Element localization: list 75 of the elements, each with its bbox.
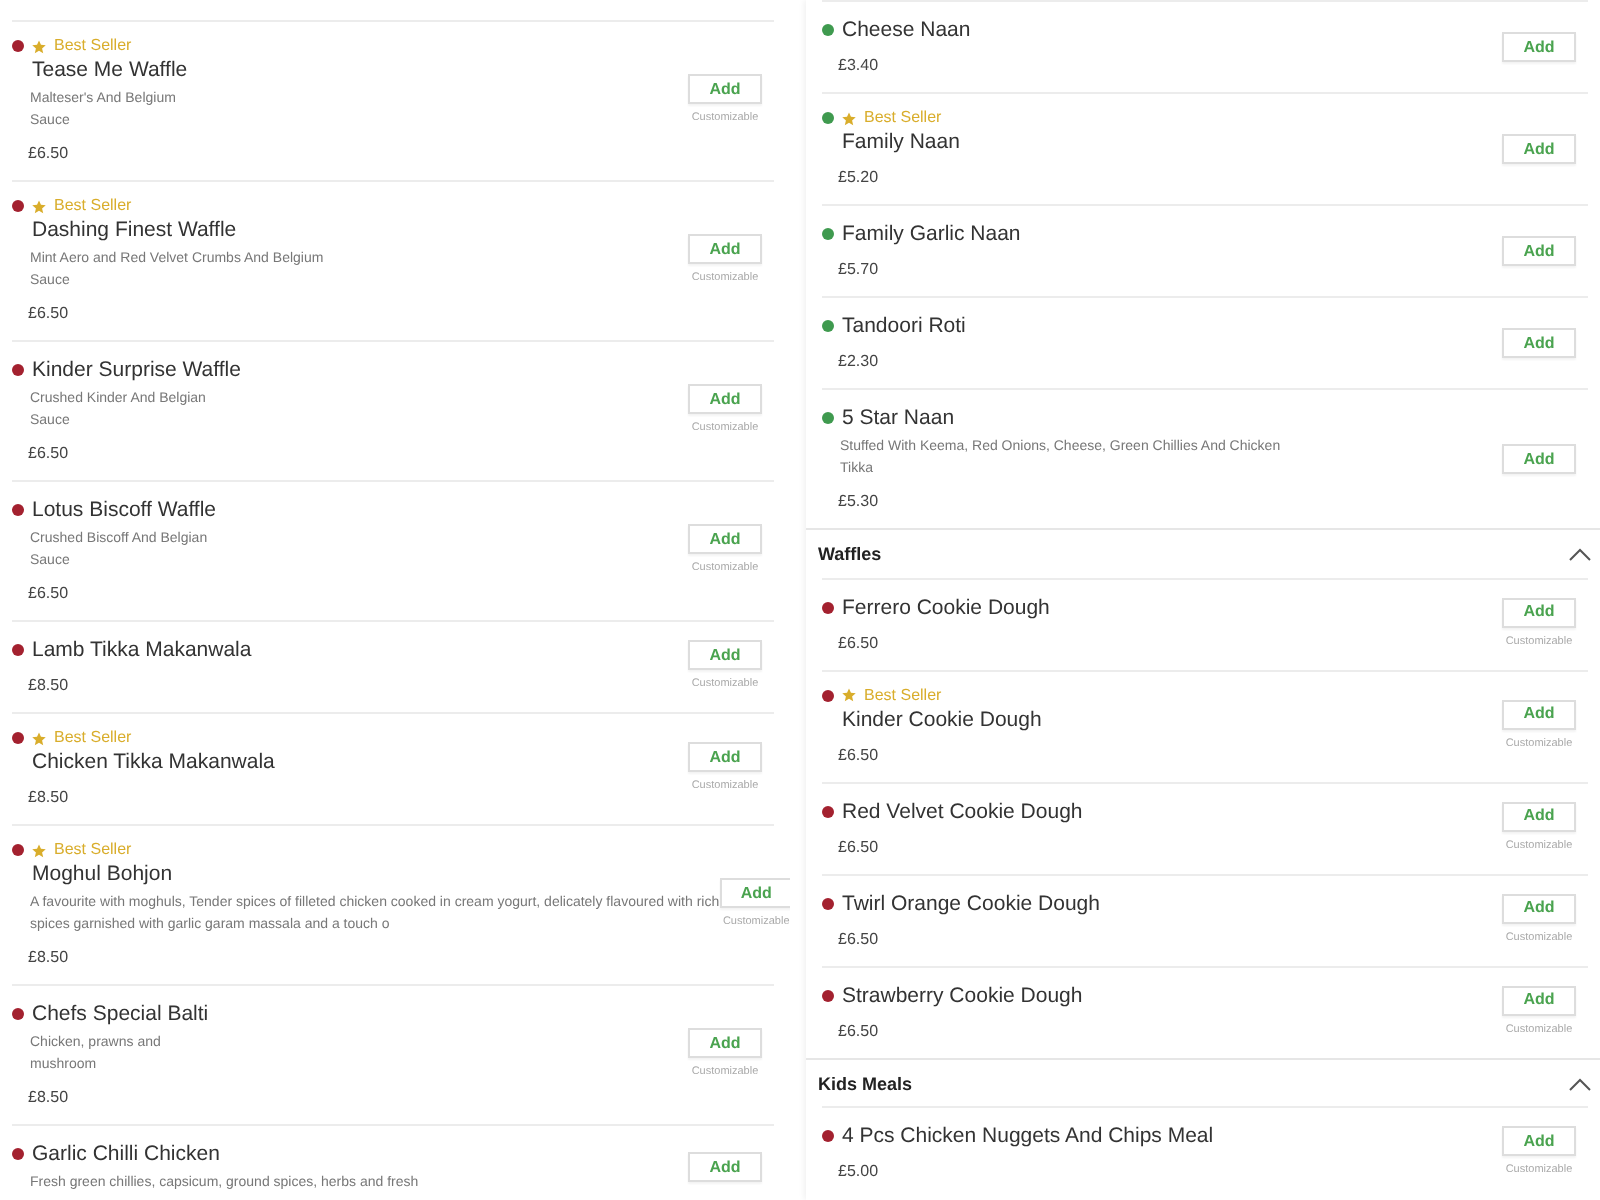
- item-price: £6.50: [28, 142, 71, 166]
- section-title: Kids Meals: [818, 1071, 913, 1097]
- item-price: £6.50: [838, 631, 881, 655]
- item-name: Twirl Orange Cookie Dough: [842, 889, 1100, 917]
- item-name: Strawberry Cookie Dough: [842, 981, 1083, 1009]
- add-button[interactable]: Add: [1502, 893, 1576, 924]
- item-name: Garlic Chilli Chicken: [32, 1140, 220, 1168]
- star-icon: [32, 843, 46, 857]
- item-name: Tease Me Waffle: [32, 56, 188, 84]
- item-price: £6.50: [838, 1019, 881, 1043]
- add-button[interactable]: Add: [1502, 801, 1576, 832]
- add-button[interactable]: Add: [1502, 985, 1576, 1016]
- item-name: Chicken Tikka Makanwala: [32, 748, 275, 776]
- item-name: 5 Star Naan: [842, 404, 955, 432]
- star-icon: [32, 39, 46, 53]
- item-price: £8.50: [28, 1086, 71, 1110]
- best-seller-label: Best Seller: [54, 840, 132, 860]
- add-button[interactable]: Add: [1502, 134, 1576, 164]
- item-price: £5.30: [838, 490, 881, 514]
- add-button[interactable]: Add: [1502, 328, 1576, 358]
- item-price: £6.50: [838, 835, 881, 859]
- add-button[interactable]: Add: [1502, 1126, 1576, 1157]
- item-price: £5.20: [838, 166, 881, 190]
- item-name: Red Velvet Cookie Dough: [842, 797, 1083, 825]
- add-button[interactable]: Add: [688, 640, 762, 671]
- star-icon: [32, 731, 46, 745]
- chevron-up-icon[interactable]: [1568, 1077, 1592, 1092]
- item-price: £5.70: [838, 258, 881, 282]
- chevron-up-icon[interactable]: [1568, 548, 1592, 563]
- item-name: 4 Pcs Chicken Nuggets And Chips Meal: [842, 1122, 1214, 1150]
- add-button[interactable]: Add: [1502, 597, 1576, 628]
- item-price: £3.40: [838, 54, 881, 78]
- item-price: £5.00: [838, 1160, 881, 1184]
- add-button[interactable]: Add: [688, 384, 762, 415]
- item-price: £8.50: [28, 946, 71, 970]
- star-icon: [32, 199, 46, 213]
- add-button[interactable]: Add: [688, 524, 762, 555]
- add-button[interactable]: Add: [1502, 444, 1576, 474]
- item-price: £6.50: [838, 743, 881, 767]
- item-name: Family Garlic Naan: [842, 220, 1021, 248]
- best-seller-label: Best Seller: [54, 196, 132, 216]
- item-name: Dashing Finest Waffle: [32, 216, 237, 244]
- add-button[interactable]: Add: [688, 234, 762, 265]
- item-price: £6.50: [28, 582, 71, 606]
- item-name: Cheese Naan: [842, 16, 971, 44]
- star-icon: [842, 688, 856, 702]
- best-seller-label: Best Seller: [864, 685, 942, 705]
- item-price: £8.50: [28, 674, 71, 698]
- add-button[interactable]: Add: [1502, 236, 1576, 266]
- best-seller-label: Best Seller: [54, 36, 132, 56]
- item-name: Kinder Cookie Dough: [842, 705, 1042, 733]
- star-icon: [842, 111, 856, 125]
- item-price: £6.50: [28, 442, 71, 466]
- add-button[interactable]: Add: [688, 742, 762, 773]
- item-price: £6.50: [28, 302, 71, 326]
- item-name: Ferrero Cookie Dough: [842, 593, 1050, 621]
- add-button[interactable]: Add: [688, 1152, 762, 1183]
- add-button[interactable]: Add: [1502, 32, 1576, 62]
- item-name: Tandoori Roti: [842, 312, 966, 340]
- item-name: Family Naan: [842, 128, 960, 156]
- item-name: Lamb Tikka Makanwala: [32, 636, 252, 664]
- section-title: Waffles: [818, 542, 882, 568]
- item-name: Lotus Biscoff Waffle: [32, 496, 217, 524]
- item-price: £6.50: [838, 927, 881, 951]
- item-name: Chefs Special Balti: [32, 1000, 209, 1028]
- add-button[interactable]: Add: [688, 1028, 762, 1059]
- add-button[interactable]: Add: [1502, 699, 1576, 730]
- item-name: Moghul Bohjon: [32, 860, 173, 888]
- best-seller-label: Best Seller: [54, 728, 132, 748]
- add-button[interactable]: Add: [688, 74, 762, 105]
- add-button[interactable]: Add: [719, 878, 790, 909]
- item-price: £2.30: [838, 350, 881, 374]
- item-name: Kinder Surprise Waffle: [32, 356, 241, 384]
- best-seller-label: Best Seller: [864, 108, 942, 128]
- item-price: £8.50: [28, 786, 71, 810]
